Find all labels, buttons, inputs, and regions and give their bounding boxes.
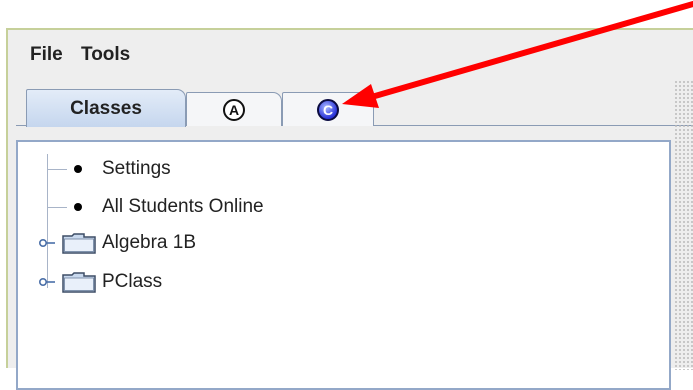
menu-file[interactable]: File [30,44,63,66]
circle-letter-c-icon: C [317,98,339,121]
expand-handle-icon[interactable] [39,237,55,249]
menu-tools[interactable]: Tools [81,44,130,66]
tree-guide-line [47,154,48,288]
tree-connector [47,207,67,208]
bullet-icon [74,165,82,173]
tree-item-label: Algebra 1B [102,232,197,253]
tree-connector [47,169,67,170]
tree-item-label: Settings [102,158,171,179]
bullet-icon [74,203,82,211]
circle-letter-a-icon: A [223,98,245,121]
tab-strip: Classes A C [16,86,693,127]
tab-classes[interactable]: Classes [26,89,186,127]
expand-handle-icon[interactable] [39,276,55,288]
tab-classes-label: Classes [70,97,142,119]
folder-icon [62,272,96,293]
app-window: File Tools Classes A C Settings All Stud… [6,28,693,390]
tree-item-algebra-1b[interactable]: Algebra 1B [62,230,196,256]
tab-a[interactable]: A [186,92,282,126]
tree-item-pclass[interactable]: PClass [62,269,162,295]
tab-c[interactable]: C [282,92,374,126]
class-tree: Settings All Students Online Algebra 1B [16,140,671,390]
tree-item-all-students-online[interactable]: All Students Online [74,194,264,220]
folder-icon [62,233,96,254]
menu-bar: File Tools [8,30,693,78]
tree-item-label: All Students Online [102,196,264,217]
tree-item-settings[interactable]: Settings [74,156,171,182]
splitter-grip[interactable] [674,80,693,370]
tree-item-label: PClass [102,271,163,292]
